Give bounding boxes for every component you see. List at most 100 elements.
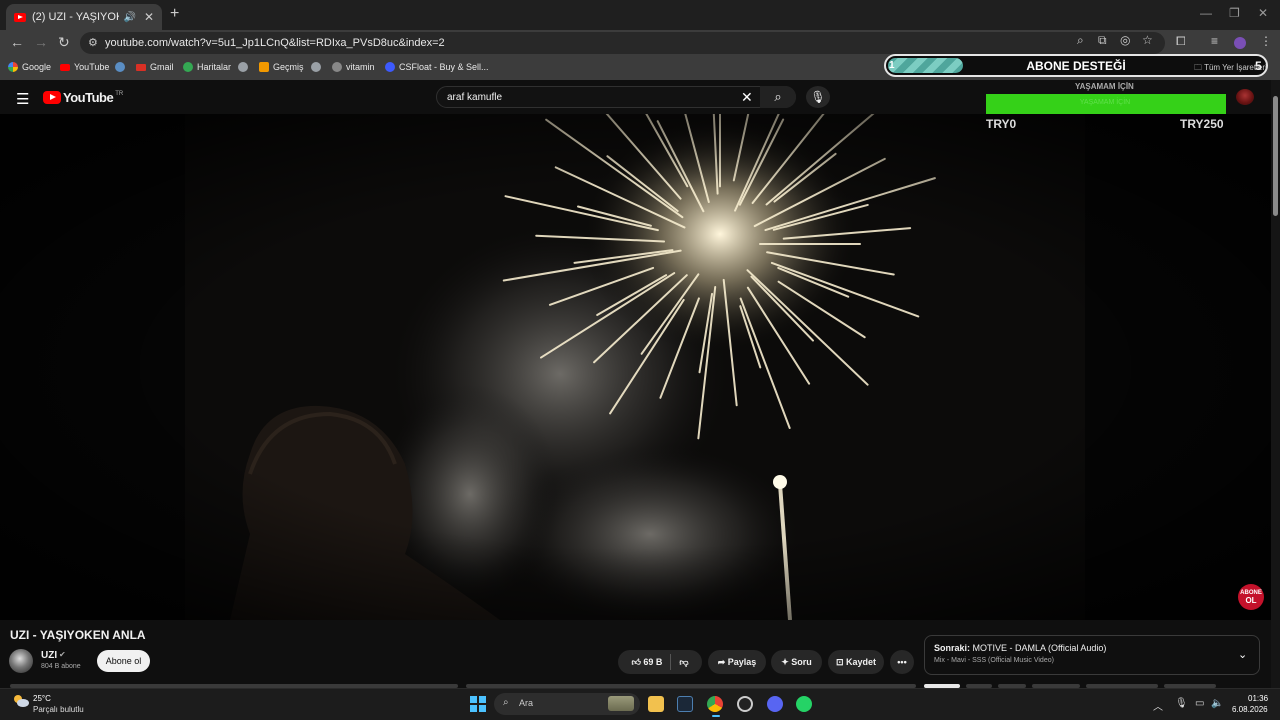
steam-icon: [115, 62, 125, 72]
subscribe-button[interactable]: Abone ol: [97, 650, 150, 672]
next-up-title: Sonraki: MOTIVE - DAMLA (Official Audio): [934, 643, 1107, 653]
back-icon[interactable]: ←: [10, 34, 24, 50]
youtube-play-icon: [43, 91, 61, 104]
save-icon: ⊡: [835, 656, 847, 667]
thumbs-down-icon: 👎︎: [679, 656, 689, 667]
next-up-subtitle: Mix - Mavi - SSS (Official Music Video): [934, 657, 1054, 664]
reload-icon[interactable]: ↻: [58, 34, 70, 51]
gmail-icon: [136, 63, 146, 71]
csfloat-icon: [385, 62, 395, 72]
subscribe-watermark-line2: OL: [1245, 596, 1257, 605]
more-dots-icon: •••: [897, 657, 907, 667]
like-divider: [670, 654, 672, 670]
next-up-panel[interactable]: [924, 635, 1260, 675]
search-button[interactable]: ⌕: [760, 86, 796, 108]
whatsapp-icon[interactable]: [796, 696, 812, 712]
window-close-icon[interactable]: ✕: [1258, 6, 1268, 20]
channel-avatar[interactable]: [9, 649, 33, 673]
globe-icon: [238, 62, 248, 72]
bookmark-star-icon[interactable]: ☆: [1142, 33, 1153, 47]
taskbar-search[interactable]: ⌕ Ara: [494, 693, 640, 715]
bookmark-google[interactable]: Google: [8, 62, 51, 72]
partly-cloudy-icon[interactable]: [12, 694, 30, 708]
install-app-icon[interactable]: ⧉: [1098, 33, 1107, 48]
network-icon[interactable]: ▭: [1195, 698, 1204, 709]
browser-tab[interactable]: (2) UZI - YAŞIYOKEN ANLA 🔊 ✕: [6, 4, 162, 30]
bookmark-globe[interactable]: [238, 62, 252, 72]
youtube-logo[interactable]: YouTube TR: [43, 90, 123, 105]
chevron-down-icon[interactable]: ⌄: [1238, 648, 1247, 661]
bookmark-youtube[interactable]: YouTube: [60, 62, 109, 72]
like-button[interactable]: 👍︎ 69 B: [631, 657, 662, 668]
url-text: youtube.com/watch?v=5u1_Jp1LCnQ&list=RDI…: [105, 37, 445, 49]
video-title: UZI - YAŞIYOKEN ANLA: [10, 628, 146, 642]
bookmark-csfloat[interactable]: CSFloat - Buy & Sell...: [385, 62, 489, 72]
youtube-favicon-icon: [14, 12, 26, 22]
bookmark-gmail[interactable]: Gmail: [136, 62, 174, 72]
account-avatar[interactable]: [1236, 89, 1254, 105]
eye-off-icon[interactable]: ◎: [1120, 33, 1130, 47]
menu-dots-icon[interactable]: ⋮: [1260, 34, 1272, 48]
more-actions-button[interactable]: •••: [890, 650, 914, 674]
like-count: 69 B: [643, 656, 663, 667]
search-query: araf kamufle: [447, 92, 503, 103]
clock-date[interactable]: 6.08.2026: [1232, 705, 1268, 714]
bookmark-steam[interactable]: [115, 62, 129, 72]
sparkle-icon: ✦: [781, 656, 792, 667]
subscriber-count: 804 B abone: [41, 663, 81, 670]
verified-icon: ✔: [59, 650, 66, 659]
media-controls-icon[interactable]: ≡: [1211, 34, 1218, 48]
bookmark-history[interactable]: Geçmiş: [259, 62, 304, 72]
share-icon: ➦: [717, 656, 728, 667]
app-icon-notification[interactable]: [737, 696, 753, 712]
chrome-icon[interactable]: [707, 696, 723, 712]
donation-goal-inner-text: YAŞAMAM İÇİN: [1079, 99, 1131, 106]
bookmark-globe-2[interactable]: [311, 62, 325, 72]
weather-temperature[interactable]: 25°C: [33, 694, 51, 703]
site-info-icon[interactable]: ⚙: [88, 36, 98, 49]
new-tab-button[interactable]: +: [170, 5, 179, 23]
youtube-icon: [60, 63, 70, 71]
forward-icon[interactable]: →: [34, 34, 48, 50]
share-button[interactable]: ➦ Paylaş: [708, 650, 766, 674]
thumbs-up-icon: 👍︎: [631, 656, 641, 667]
dislike-button[interactable]: 👎︎: [679, 657, 688, 668]
hamburger-menu-icon[interactable]: ☰: [16, 90, 29, 108]
speaker-icon[interactable]: 🔊: [123, 12, 135, 23]
subscribe-watermark[interactable]: ABONE OL: [1238, 584, 1264, 610]
save-button[interactable]: ⊡ Kaydet: [828, 650, 884, 674]
tray-overflow-icon[interactable]: ︿: [1153, 698, 1163, 713]
logo-text: YouTube: [63, 90, 114, 105]
file-explorer-icon[interactable]: [648, 696, 664, 712]
volume-icon[interactable]: 🔈: [1211, 698, 1223, 709]
search-highlight-image: [608, 696, 634, 711]
minimize-icon[interactable]: —: [1200, 6, 1212, 20]
profile-icon[interactable]: [1234, 37, 1246, 49]
channel-name[interactable]: UZI: [41, 650, 57, 661]
browser-tab-strip: (2) UZI - YAŞIYOKEN ANLA 🔊 ✕ + — ❐ ✕: [0, 0, 1280, 30]
zoom-icon[interactable]: ⌕: [1077, 33, 1084, 48]
microphone-icon[interactable]: 🎙: [1175, 698, 1188, 709]
scrollbar-thumb[interactable]: [1273, 96, 1278, 216]
start-button[interactable]: [470, 696, 486, 712]
ask-button[interactable]: ✦ Soru: [771, 650, 822, 674]
like-dislike-group: 👍︎ 69 B 👎︎: [618, 650, 702, 674]
discord-icon[interactable]: [767, 696, 783, 712]
all-bookmarks-folder[interactable]: 🗀 Tüm Yer İşaretleri: [1194, 62, 1267, 76]
address-bar[interactable]: ⚙ youtube.com/watch?v=5u1_Jp1LCnQ&list=R…: [80, 32, 1165, 54]
donation-goal-min: TRY0: [986, 117, 1017, 131]
subscriber-goal-fill: [888, 58, 963, 73]
voice-search-icon[interactable]: 🎙: [806, 86, 830, 108]
close-tab-icon[interactable]: ✕: [144, 10, 154, 24]
steam-icon[interactable]: [677, 696, 693, 712]
region-code: TR: [115, 90, 124, 97]
bookmark-vitamin[interactable]: vitamin: [332, 62, 375, 72]
bookmark-maps[interactable]: Haritalar: [183, 62, 231, 72]
clock-time[interactable]: 01:36: [1248, 694, 1268, 703]
donation-goal-max: TRY250: [1180, 117, 1224, 131]
clear-search-icon[interactable]: ✕: [741, 89, 753, 106]
video-player[interactable]: [0, 114, 1271, 620]
maximize-icon[interactable]: ❐: [1229, 6, 1240, 20]
extensions-icon[interactable]: ⧠: [1176, 34, 1186, 49]
weather-description[interactable]: Parçalı bulutlu: [33, 705, 84, 714]
